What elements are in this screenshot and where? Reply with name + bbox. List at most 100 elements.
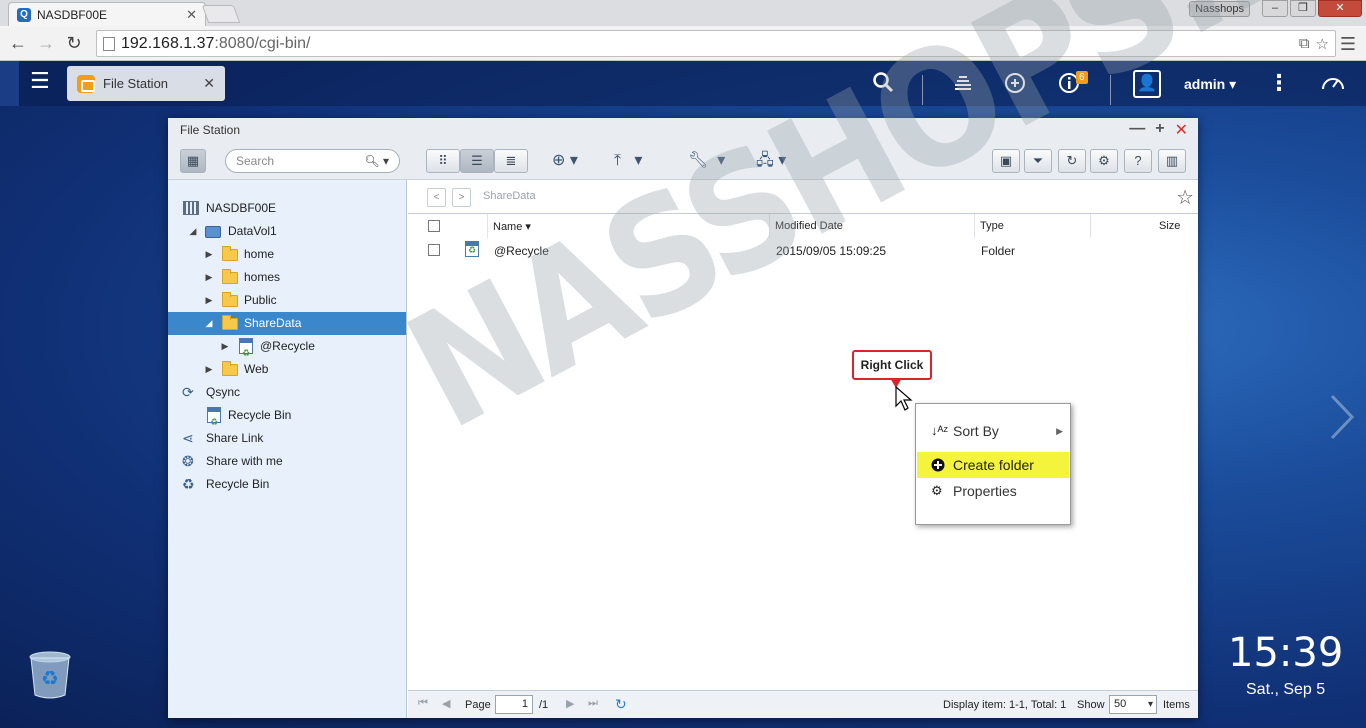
- search-input[interactable]: Search 🔍︎ ▾: [225, 149, 400, 173]
- upload-icon[interactable]: ⤒ ▾: [614, 150, 642, 172]
- tree-item-homes[interactable]: ▶ homes: [168, 266, 406, 289]
- page-input[interactable]: 1: [495, 695, 533, 714]
- profile-button[interactable]: Nasshops: [1189, 1, 1250, 17]
- refresh-list-icon[interactable]: ↻: [615, 696, 627, 713]
- forward-icon[interactable]: →: [36, 33, 56, 53]
- desktop-recycle-bin-icon[interactable]: ♻: [28, 651, 72, 699]
- table-row[interactable]: @Recycle 2015/09/05 15:09:25 Folder: [408, 238, 1198, 262]
- items-label: Items: [1163, 699, 1190, 711]
- prev-page-icon[interactable]: ◀: [442, 697, 450, 710]
- window-minimize-icon[interactable]: —: [1129, 120, 1145, 140]
- show-label: Show: [1077, 699, 1105, 711]
- column-type[interactable]: Type: [980, 220, 1004, 232]
- items-per-page-select[interactable]: 50: [1109, 695, 1157, 714]
- share-with-me-icon: ❂: [182, 453, 194, 469]
- menu-item-properties[interactable]: ⚙ Properties: [917, 478, 1069, 504]
- tree-item-qsync-recycle-bin[interactable]: Recycle Bin: [168, 404, 406, 434]
- restore-icon[interactable]: ❐: [1290, 0, 1316, 17]
- media-icon[interactable]: ▣: [992, 149, 1020, 173]
- file-list-panel[interactable]: < > ShareData ☆ Name ▾ Modified Date Typ…: [408, 180, 1198, 718]
- column-modified-date[interactable]: Modified Date: [775, 220, 843, 232]
- new-tab-button[interactable]: [201, 5, 241, 23]
- translate-icon[interactable]: ⧉: [1299, 35, 1310, 53]
- expand-arrow-icon[interactable]: ▶: [204, 243, 214, 266]
- chrome-menu-icon[interactable]: ☰: [1340, 34, 1356, 55]
- main-menu-icon[interactable]: ☰: [30, 70, 52, 92]
- close-tab-icon[interactable]: ✕: [186, 7, 197, 23]
- external-device-icon[interactable]: [1002, 71, 1028, 101]
- tree-item-nas[interactable]: NASDBF00E: [168, 197, 406, 220]
- app-tab-file-station[interactable]: File Station ✕: [67, 66, 225, 101]
- recycle-icon: ♻: [182, 476, 195, 492]
- row-checkbox[interactable]: [428, 244, 440, 256]
- window-maximize-icon[interactable]: +: [1155, 120, 1164, 140]
- help-icon[interactable]: ?: [1124, 149, 1152, 173]
- tree-item-recycle-bin[interactable]: ♻ Recycle Bin: [168, 473, 406, 496]
- detail-view-button[interactable]: ≣: [494, 149, 528, 173]
- column-size[interactable]: Size: [1159, 220, 1180, 232]
- close-app-icon[interactable]: ✕: [203, 75, 215, 92]
- menu-item-create-folder[interactable]: Create folder: [917, 452, 1069, 478]
- tools-icon[interactable]: 🔧︎ ▾: [688, 150, 725, 172]
- create-menu-icon[interactable]: ⊕ ▾: [552, 150, 578, 172]
- first-page-icon[interactable]: ⏮: [418, 697, 428, 710]
- collapse-arrow-icon[interactable]: ◢: [204, 312, 214, 335]
- filter-icon[interactable]: ⏷: [1024, 149, 1052, 173]
- expand-arrow-icon[interactable]: ▶: [204, 358, 214, 381]
- avatar[interactable]: 👤: [1133, 70, 1161, 98]
- expand-arrow-icon[interactable]: ▶: [220, 335, 230, 358]
- menu-item-sort-by[interactable]: ↓ᴬᶻ Sort By ▶: [917, 418, 1069, 444]
- more-options-icon[interactable]: ⋮: [1266, 71, 1292, 95]
- tree-item-datavol1[interactable]: ◢ DataVol1: [168, 220, 406, 243]
- minimize-icon[interactable]: –: [1262, 0, 1288, 17]
- tree-item-public[interactable]: ▶ Public: [168, 289, 406, 312]
- list-view-button[interactable]: ☰: [460, 149, 494, 173]
- back-icon[interactable]: ←: [8, 33, 28, 53]
- select-all-checkbox[interactable]: [428, 220, 440, 232]
- settings-gear-icon[interactable]: ⚙: [1090, 149, 1118, 173]
- tree-item-qsync[interactable]: ⟳ Qsync: [168, 381, 406, 404]
- browser-tab-bar: Q NASDBF00E ✕ Nasshops – ❐ ✕: [0, 0, 1366, 26]
- search-icon[interactable]: [870, 71, 896, 99]
- search-dropdown-icon[interactable]: 🔍︎ ▾: [364, 150, 389, 172]
- forward-path-button[interactable]: >: [452, 188, 471, 207]
- tree-item-sharedata[interactable]: ◢ ShareData: [168, 312, 406, 335]
- collapse-arrow-icon[interactable]: ◢: [188, 220, 198, 243]
- thumbnail-view-button[interactable]: ⠿: [426, 149, 460, 173]
- refresh-icon[interactable]: ↻: [1058, 149, 1086, 173]
- next-page-icon[interactable]: ▶: [566, 697, 574, 710]
- folder-icon: [222, 292, 238, 307]
- address-bar[interactable]: 192.168.1.37:8080/cgi-bin/ ⧉ ☆: [96, 30, 1336, 57]
- breadcrumb: < > ShareData ☆: [408, 180, 1198, 214]
- bookmark-star-icon[interactable]: ☆: [1316, 35, 1329, 53]
- network-drive-icon[interactable]: 🖧 ▾: [756, 150, 786, 172]
- last-page-icon[interactable]: ⏭: [588, 697, 598, 710]
- reload-icon[interactable]: ↻: [64, 33, 84, 53]
- browser-tab[interactable]: Q NASDBF00E ✕: [8, 2, 206, 26]
- browser-toolbar: ← → ↻ 192.168.1.37:8080/cgi-bin/ ⧉ ☆ ☰: [0, 26, 1366, 61]
- tree-item-home[interactable]: ▶ home: [168, 243, 406, 266]
- tree-item-share-with-me[interactable]: ❂ Share with me: [168, 450, 406, 473]
- favorite-star-icon[interactable]: ☆: [1176, 185, 1194, 210]
- next-desktop-arrow-icon[interactable]: [1328, 392, 1356, 442]
- info-panel-icon[interactable]: ▥: [1158, 149, 1186, 173]
- context-menu: ↓ᴬᶻ Sort By ▶ Create folder ⚙ Properties: [915, 403, 1071, 525]
- window-close-icon[interactable]: ✕: [1175, 120, 1188, 140]
- tree-item-web[interactable]: ▶ Web: [168, 358, 406, 381]
- recycle-bin-icon: [239, 338, 253, 365]
- tree-item-share-link[interactable]: ⋖ Share Link: [168, 427, 406, 450]
- sort-icon: ↓ᴬᶻ: [931, 423, 949, 438]
- expand-arrow-icon[interactable]: ▶: [204, 266, 214, 289]
- tree-item-recycle[interactable]: ▶ @Recycle: [168, 335, 406, 365]
- qsync-icon: ⟳: [182, 384, 194, 400]
- dashboard-gauge-icon[interactable]: [1320, 71, 1346, 99]
- user-name: admin: [1184, 76, 1226, 92]
- back-path-button[interactable]: <: [427, 188, 446, 207]
- user-menu[interactable]: admin ▾: [1184, 76, 1236, 93]
- expand-arrow-icon[interactable]: ▶: [204, 289, 214, 312]
- column-name[interactable]: Name ▾: [493, 220, 531, 233]
- close-window-icon[interactable]: ✕: [1318, 0, 1362, 17]
- recycle-bin-icon: [465, 241, 479, 257]
- toggle-tree-button[interactable]: ▦: [180, 149, 206, 173]
- background-tasks-icon[interactable]: [950, 71, 976, 99]
